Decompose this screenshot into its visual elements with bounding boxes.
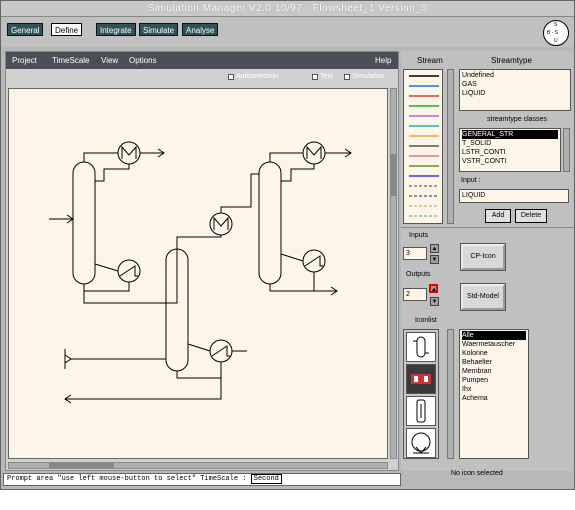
tab-general[interactable]: General bbox=[7, 23, 44, 36]
bsu-logo: S B - S U bbox=[543, 20, 569, 46]
inputs-down-arrow[interactable]: ▼ bbox=[430, 255, 439, 264]
add-button[interactable]: Add bbox=[485, 209, 511, 223]
logo-mid: B - S bbox=[547, 30, 559, 36]
outputs-up-arrow[interactable]: ▲ bbox=[429, 284, 438, 293]
menu-view[interactable]: View bbox=[101, 52, 118, 69]
condenser-3[interactable] bbox=[302, 141, 326, 165]
status-text: No icon selected bbox=[451, 470, 503, 477]
iconlist-list[interactable]: Alle Waermetauscher Kolonne Behaelter Me… bbox=[459, 329, 529, 459]
outputs-down-arrow[interactable]: ▼ bbox=[430, 297, 439, 306]
class-item[interactable]: T_SOLID bbox=[462, 139, 558, 148]
reboiler-1[interactable] bbox=[117, 259, 141, 283]
streamtype-item[interactable]: Undefined bbox=[462, 71, 568, 80]
cp-icon-button[interactable]: CP-Icon bbox=[460, 243, 506, 271]
canvas-options: Autoselection Text Simulation bbox=[6, 71, 398, 84]
classes-scrollbar[interactable] bbox=[563, 128, 570, 172]
std-model-button[interactable]: Std-Model bbox=[460, 283, 506, 311]
tab-analyse[interactable]: Analyse bbox=[182, 23, 219, 36]
delete-button[interactable]: Delete bbox=[515, 209, 547, 223]
streamtype-header: Streamtype bbox=[491, 56, 532, 65]
streamtype-classes-list[interactable]: GENERAL_STR T_SOLID LSTR_CONTI VSTR_CONT… bbox=[459, 128, 561, 172]
stream-line-list[interactable] bbox=[403, 69, 443, 224]
streamtype-classes-header: streamtype classes bbox=[487, 116, 547, 123]
streamtype-item[interactable]: GAS bbox=[462, 80, 568, 89]
stream-line-styles bbox=[409, 75, 439, 217]
input-field[interactable]: LIQUID bbox=[459, 189, 569, 203]
column-icon-preview[interactable] bbox=[406, 332, 436, 362]
flowsheet-drawing bbox=[49, 141, 352, 404]
inputs-label: Inputs bbox=[409, 232, 429, 239]
streamtype-list[interactable]: Undefined GAS LIQUID bbox=[459, 69, 571, 111]
streamtype-item[interactable]: LIQUID bbox=[462, 89, 568, 98]
outputs-value[interactable]: 2 bbox=[403, 288, 427, 301]
logo-bot: U bbox=[554, 38, 558, 44]
autoselection-checkbox[interactable]: Autoselection bbox=[228, 73, 278, 80]
window-title: Simulation Manager V2.0 10/97 - Flowshee… bbox=[1, 1, 574, 17]
reboiler-2[interactable] bbox=[209, 339, 233, 363]
iconlist-item[interactable]: Alle bbox=[462, 331, 526, 340]
icon-preview-scrollbar[interactable] bbox=[447, 329, 454, 459]
inputs-up-arrow[interactable]: ▲ bbox=[430, 244, 439, 253]
canvas-menubar: Project TimeScale View Options Help bbox=[6, 52, 398, 69]
text-checkbox[interactable]: Text bbox=[312, 73, 333, 80]
reboiler-3[interactable] bbox=[302, 249, 326, 273]
main-toolbar: General Define Integrate Simulate Analys… bbox=[1, 17, 574, 47]
input-label: Input : bbox=[461, 177, 481, 184]
column-1[interactable] bbox=[72, 161, 96, 285]
iconlist-item[interactable]: Behaelter bbox=[462, 358, 526, 367]
heater-icon-preview[interactable] bbox=[406, 364, 436, 394]
logo-top: S bbox=[554, 22, 558, 28]
tab-define[interactable]: Define bbox=[51, 23, 83, 36]
menu-help[interactable]: Help bbox=[375, 52, 391, 69]
class-item[interactable]: LSTR_CONTI bbox=[462, 148, 558, 157]
column-3[interactable] bbox=[258, 161, 282, 285]
stream-list-scrollbar[interactable] bbox=[447, 69, 454, 224]
right-panel: Stream Streamtype Undefined GAS LIQUID s… bbox=[401, 51, 573, 471]
iconlist-item[interactable]: Kolonne bbox=[462, 349, 526, 358]
simulation-manager-window: Simulation Manager V2.0 10/97 - Flowshee… bbox=[0, 0, 575, 490]
stream-header: Stream bbox=[417, 56, 443, 65]
iconlist-item[interactable]: Achema bbox=[462, 394, 526, 403]
timescale-value[interactable]: Second bbox=[250, 474, 282, 484]
class-item[interactable]: GENERAL_STR bbox=[462, 130, 558, 139]
menu-options[interactable]: Options bbox=[129, 52, 157, 69]
divider bbox=[401, 227, 573, 228]
flowsheet-canvas[interactable] bbox=[8, 88, 388, 459]
icon-preview-list[interactable] bbox=[403, 329, 439, 459]
canvas-horizontal-scrollbar[interactable] bbox=[8, 462, 388, 469]
pump-icon-preview[interactable] bbox=[406, 428, 436, 458]
menu-timescale[interactable]: TimeScale bbox=[52, 52, 90, 69]
tab-simulate[interactable]: Simulate bbox=[139, 23, 179, 36]
prompt-area: Prompt area "use left mouse-button to se… bbox=[3, 473, 401, 486]
vessel-icon-preview[interactable] bbox=[406, 396, 436, 426]
flowsheet-panel: Project TimeScale View Options Help Auto… bbox=[5, 51, 399, 471]
condenser-1[interactable] bbox=[117, 141, 141, 165]
canvas-vertical-scrollbar[interactable] bbox=[390, 88, 397, 459]
iconlist-header: Iconlist bbox=[415, 317, 437, 324]
iconlist-item[interactable]: Pumpen bbox=[462, 376, 526, 385]
iconlist-item[interactable]: Waermetauscher bbox=[462, 340, 526, 349]
simulation-checkbox[interactable]: Simulation bbox=[344, 73, 385, 80]
menu-project[interactable]: Project bbox=[12, 52, 37, 69]
outputs-label: Outputs bbox=[406, 271, 431, 278]
class-item[interactable]: VSTR_CONTI bbox=[462, 157, 558, 166]
iconlist-item[interactable]: Membran bbox=[462, 367, 526, 376]
iconlist-item[interactable]: Ihx bbox=[462, 385, 526, 394]
prompt-text: Prompt area "use left mouse-button to se… bbox=[7, 475, 251, 483]
condenser-2[interactable] bbox=[209, 212, 233, 236]
inputs-value[interactable]: 3 bbox=[403, 247, 427, 260]
tab-integrate[interactable]: Integrate bbox=[96, 23, 136, 36]
